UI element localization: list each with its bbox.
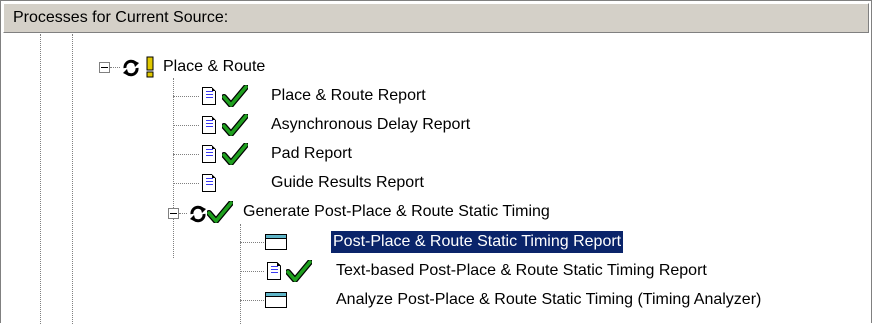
tree-item-generate-timing[interactable]: Generate Post-Place & Route Static Timin… [243,201,550,223]
document-icon [202,174,216,192]
tree-connector [173,96,199,97]
checkmark-icon [222,85,248,107]
tree-item-pad-report[interactable]: Pad Report [271,143,352,165]
tree-connector [240,271,264,272]
tree-item-analyze-timing[interactable]: Analyze Post-Place & Route Static Timing… [336,289,761,311]
checkmark-icon [286,260,312,282]
collapse-place-route-toggle[interactable] [99,62,110,73]
window-icon [265,234,287,250]
tree-connector [240,300,264,301]
tree-guide-line [40,34,41,324]
tree-connector [173,183,199,184]
tree-connector [240,242,264,243]
document-icon [202,116,216,134]
tree-item-place-route-report[interactable]: Place & Route Report [271,85,426,107]
process-tree[interactable]: Place & Route Place & Route Report Async… [3,34,869,324]
tree-item-guide-results-report[interactable]: Guide Results Report [271,172,424,194]
document-icon [202,145,216,163]
tree-item-async-delay-report[interactable]: Asynchronous Delay Report [271,114,470,136]
tree-connector [110,67,120,68]
tree-item-place-route[interactable]: Place & Route [163,56,265,78]
processes-panel: Processes for Current Source: Place & Ro… [0,0,874,324]
panel-header: Processes for Current Source: [3,3,869,33]
document-icon [267,262,281,280]
tree-connector [173,125,199,126]
tree-item-text-based-timing-report[interactable]: Text-based Post-Place & Route Static Tim… [336,260,707,282]
refresh-icon [190,205,206,223]
checkmark-icon [222,143,248,165]
collapse-generate-timing-toggle[interactable] [168,208,179,219]
tree-guide-line [72,34,73,324]
warning-exclamation-icon [146,56,154,78]
document-icon [202,87,216,105]
checkmark-icon [222,114,248,136]
tree-item-timing-report-selected[interactable]: Post-Place & Route Static Timing Report [329,230,625,254]
tree-connector [173,154,199,155]
panel-header-title: Processes for Current Source: [13,9,229,26]
tree-guide-line [240,224,241,324]
tree-guide-line [173,78,174,258]
refresh-icon [123,59,139,77]
window-icon [265,292,287,308]
tree-connector [179,213,187,214]
checkmark-icon [207,201,233,223]
